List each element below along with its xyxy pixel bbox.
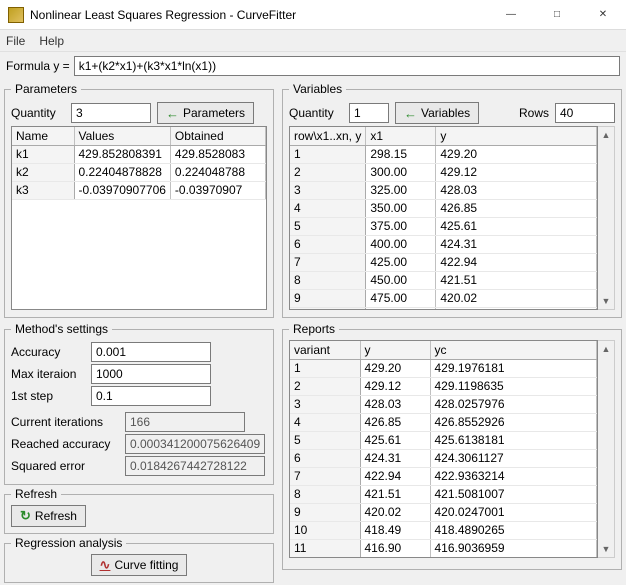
rows-label: Rows <box>519 106 549 120</box>
refresh-button[interactable]: Refresh <box>11 505 86 527</box>
table-row: k20.224048788280.224048788 <box>12 163 266 181</box>
arrow-left-icon <box>404 106 417 121</box>
sqerr-field <box>125 456 265 476</box>
menu-help[interactable]: Help <box>39 34 64 48</box>
variables-button[interactable]: Variables <box>395 102 479 124</box>
curve-fitting-button[interactable]: Curve fitting <box>91 554 188 576</box>
parameters-button-label: Parameters <box>183 106 245 120</box>
table-row: k3-0.03970907706-0.03970907 <box>12 181 266 199</box>
var-col-x1[interactable]: x1 <box>366 127 436 145</box>
refresh-button-label: Refresh <box>35 509 77 523</box>
variables-button-label: Variables <box>421 106 470 120</box>
arrow-left-icon <box>166 106 179 121</box>
refresh-icon <box>20 508 31 524</box>
table-row: 11416.90416.9036959 <box>290 539 597 557</box>
table-row: 2429.12429.1198635 <box>290 377 597 395</box>
window-title: Nonlinear Least Squares Regression - Cur… <box>30 8 296 22</box>
reports-scrollbar[interactable]: ▲ ▼ <box>598 340 615 558</box>
regression-group: Regression analysis Curve fitting <box>4 536 274 583</box>
reports-legend: Reports <box>289 322 339 336</box>
param-col-name[interactable]: Name <box>12 127 74 145</box>
scroll-down-icon[interactable]: ▼ <box>598 541 614 557</box>
parameters-group: Parameters Quantity Parameters Name Valu… <box>4 82 274 318</box>
table-row: 8450.00421.51 <box>290 271 597 289</box>
maxiter-label: Max iteraion <box>11 367 85 381</box>
curiter-field <box>125 412 245 432</box>
reached-field <box>125 434 265 454</box>
close-button[interactable]: ✕ <box>580 0 626 30</box>
reports-table[interactable]: variant y yc 1429.20429.1976181 2429.124… <box>289 340 598 558</box>
accuracy-label: Accuracy <box>11 345 85 359</box>
table-row: 8421.51421.5081007 <box>290 485 597 503</box>
title-bar: Nonlinear Least Squares Regression - Cur… <box>0 0 626 30</box>
var-col-y[interactable]: y <box>436 127 597 145</box>
method-legend: Method's settings <box>11 322 112 336</box>
curve-fitting-label: Curve fitting <box>114 558 178 572</box>
param-col-values[interactable]: Values <box>74 127 170 145</box>
rep-col-variant[interactable]: variant <box>290 341 360 359</box>
maximize-button[interactable]: □ <box>534 0 580 30</box>
rep-col-yc[interactable]: yc <box>430 341 597 359</box>
scroll-down-icon[interactable]: ▼ <box>598 293 614 309</box>
formula-label: Formula y = <box>6 59 70 73</box>
sqerr-label: Squared error <box>11 459 119 473</box>
reached-label: Reached accuracy <box>11 437 119 451</box>
table-row: 5425.61425.6138181 <box>290 431 597 449</box>
variables-legend: Variables <box>289 82 346 96</box>
parameters-legend: Parameters <box>11 82 81 96</box>
table-row: 7425.00422.94 <box>290 253 597 271</box>
variables-scrollbar[interactable]: ▲ ▼ <box>598 126 615 310</box>
var-quantity-label: Quantity <box>289 106 343 120</box>
param-col-obtained[interactable]: Obtained <box>170 127 265 145</box>
refresh-group: Refresh Refresh <box>4 487 274 534</box>
table-row: 6400.00424.31 <box>290 235 597 253</box>
curve-fit-icon <box>100 557 111 573</box>
table-row: 2300.00429.12 <box>290 163 597 181</box>
table-row: 9475.00420.02 <box>290 289 597 307</box>
menu-file[interactable]: File <box>6 34 25 48</box>
step-input[interactable] <box>91 386 211 406</box>
parameters-table[interactable]: Name Values Obtained k1429.852808391429.… <box>11 126 267 310</box>
maxiter-input[interactable] <box>91 364 211 384</box>
table-row: 5375.00425.61 <box>290 217 597 235</box>
variables-group: Variables Quantity Variables Rows row\x1… <box>282 82 622 318</box>
table-row: 1429.20429.1976181 <box>290 359 597 377</box>
rep-col-y[interactable]: y <box>360 341 430 359</box>
table-row: 4426.85426.8552926 <box>290 413 597 431</box>
regression-legend: Regression analysis <box>11 536 126 550</box>
table-row: 7422.94422.9363214 <box>290 467 597 485</box>
var-col-row[interactable]: row\x1..xn, y <box>290 127 366 145</box>
scroll-up-icon[interactable]: ▲ <box>598 127 614 143</box>
menu-bar: File Help <box>0 30 626 52</box>
refresh-legend: Refresh <box>11 487 61 501</box>
method-group: Method's settings Accuracy Max iteraion … <box>4 322 274 485</box>
app-icon <box>8 7 24 23</box>
parameters-button[interactable]: Parameters <box>157 102 254 124</box>
step-label: 1st step <box>11 389 85 403</box>
reports-group: Reports variant y yc 1429.20429.1976181 … <box>282 322 622 570</box>
accuracy-input[interactable] <box>91 342 211 362</box>
table-row: 4350.00426.85 <box>290 199 597 217</box>
table-row: 10418.49418.4890265 <box>290 521 597 539</box>
scroll-up-icon[interactable]: ▲ <box>598 341 614 357</box>
rows-input[interactable] <box>555 103 615 123</box>
curiter-label: Current iterations <box>11 415 119 429</box>
table-row: 1298.15429.20 <box>290 145 597 163</box>
table-row: 3325.00428.03 <box>290 181 597 199</box>
table-row: 3428.03428.0257976 <box>290 395 597 413</box>
var-quantity-input[interactable] <box>349 103 389 123</box>
table-row: k1429.852808391429.8528083 <box>12 145 266 163</box>
minimize-button[interactable]: — <box>488 0 534 30</box>
param-quantity-label: Quantity <box>11 106 65 120</box>
table-row: 10500.00418.49 <box>290 307 597 310</box>
table-row: 6424.31424.3061127 <box>290 449 597 467</box>
formula-input[interactable] <box>74 56 620 76</box>
param-quantity-input[interactable] <box>71 103 151 123</box>
formula-row: Formula y = <box>0 52 626 80</box>
table-row: 9420.02420.0247001 <box>290 503 597 521</box>
variables-table[interactable]: row\x1..xn, y x1 y 1298.15429.20 2300.00… <box>289 126 598 310</box>
